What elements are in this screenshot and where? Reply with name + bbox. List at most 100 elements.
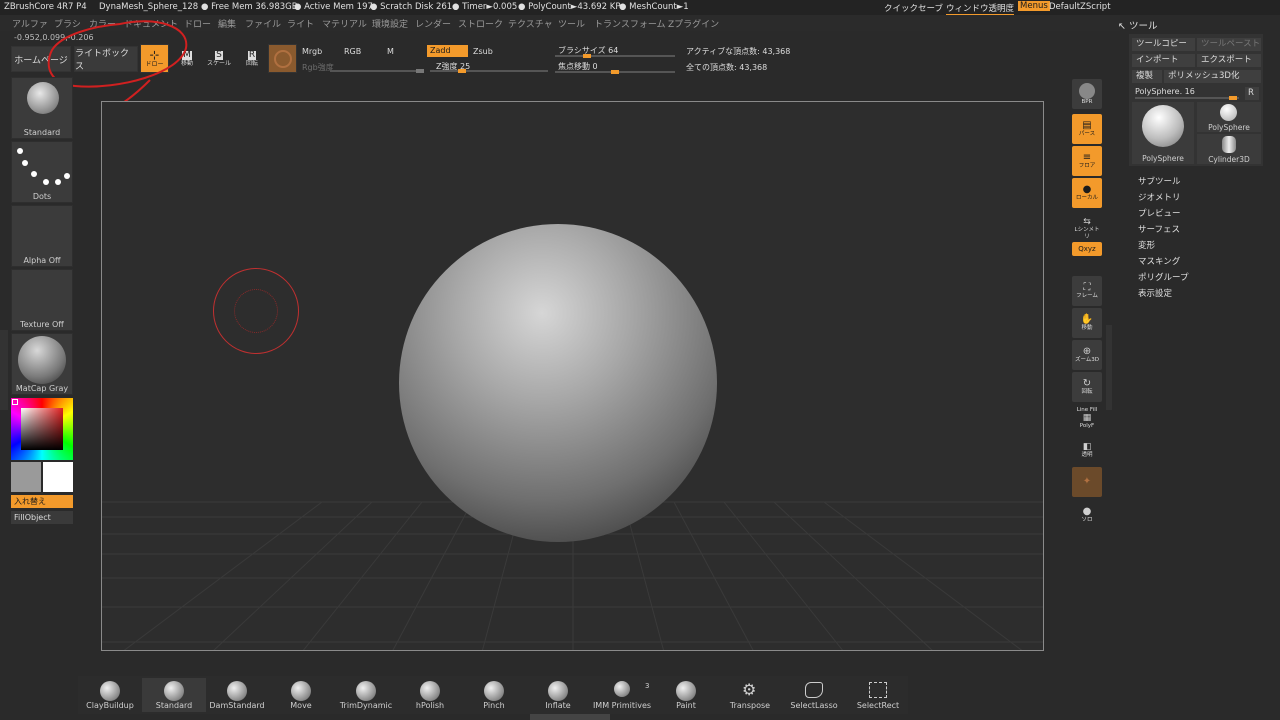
brush-pinch[interactable]: Pinch [462,678,526,712]
brush-inflate[interactable]: Inflate [526,678,590,712]
sphere-mesh[interactable] [399,224,717,542]
color-picker[interactable] [11,398,73,460]
zsub-button[interactable]: Zsub [473,47,493,56]
focal-shift-slider[interactable] [555,70,675,74]
menu-material[interactable]: マテリアル [322,17,367,30]
menu-transform[interactable]: トランスフォーム [594,17,666,30]
surface-menu[interactable]: サーフェス [1138,223,1180,235]
brush-hpolish[interactable]: hPolish [398,678,462,712]
z-intensity-slider[interactable] [430,69,548,73]
menu-texture[interactable]: テクスチャ [508,17,553,30]
m-button[interactable]: M [387,47,394,56]
damstandard-icon [227,681,247,701]
display-properties-menu[interactable]: 表示設定 [1138,287,1172,299]
scale-mode-button[interactable]: S スケール [206,46,232,72]
export-button[interactable]: エクスポート [1197,54,1261,67]
brush-selectlasso[interactable]: SelectLasso [782,678,846,712]
lasso-icon [805,682,823,698]
brush-imm-primitives[interactable]: 3 IMM Primitives [590,678,654,712]
zoom3d-button[interactable]: ⊕ ズーム3D [1072,340,1102,370]
texture-thumbnail[interactable]: Texture Off [11,269,73,331]
rgb-intensity-slider[interactable] [330,69,424,73]
tool-thumb-cylinder[interactable]: Cylinder3D [1197,134,1261,164]
menu-stroke[interactable]: ストローク [458,17,503,30]
import-button[interactable]: インポート [1132,54,1195,67]
menu-file[interactable]: ファイル [245,17,281,30]
masking-menu[interactable]: マスキング [1138,255,1180,267]
default-script-button[interactable]: DefaultZScript [1049,2,1111,12]
quicksave-button[interactable]: クイックセーブ [884,2,943,14]
rotate-mode-button[interactable]: R 回転 [241,46,263,72]
swap-colors-button[interactable]: 入れ替え [11,495,73,508]
tool-slider[interactable] [1135,96,1239,100]
material-swatch-button[interactable] [268,44,297,73]
brush-paint[interactable]: Paint [654,678,718,712]
perspective-button[interactable]: ▤ パース [1072,114,1102,144]
brush-move[interactable]: Move [269,678,333,712]
main-color-swatch[interactable] [43,462,73,492]
brush-claybuildup[interactable]: ClayBuildup [78,678,142,712]
brush-thumbnail[interactable]: Standard [11,77,73,139]
hpolish-icon [420,681,440,701]
preview-menu[interactable]: プレビュー [1138,207,1181,219]
rotate-view-button[interactable]: ↻ 回転 [1072,372,1102,402]
move-view-button[interactable]: ✋ 移動 [1072,308,1102,338]
fill-object-button[interactable]: FillObject [11,511,73,524]
make-polymesh-button[interactable]: ポリメッシュ3D化 [1164,70,1261,83]
material-thumbnail[interactable]: MatCap Gray [11,333,73,395]
transparency-button[interactable]: ◧ 透明 [1072,436,1102,466]
menu-edit[interactable]: 編集 [218,17,236,30]
slider-knob[interactable] [583,54,591,58]
subtool-menu[interactable]: サブツール [1138,175,1181,187]
bottom-tray-handle[interactable] [530,714,610,720]
pin-icon[interactable]: ↖ [1118,21,1129,32]
paste-tool-button[interactable]: ツールペースト [1197,38,1261,51]
menu-preferences[interactable]: 環境設定 [372,17,408,30]
bpr-render-button[interactable]: BPR [1072,79,1102,109]
copy-tool-button[interactable]: ツールコピー [1132,38,1195,51]
left-tray-handle[interactable] [0,330,8,410]
polyframe-button[interactable]: Line Fill ▦ PolyF [1072,403,1102,433]
brush-selectrect[interactable]: SelectRect [846,678,910,712]
brush-damstandard[interactable]: DamStandard [205,678,269,712]
document-canvas[interactable] [101,101,1044,651]
active-mem: ● Active Mem 197 [294,2,373,12]
brush-transpose[interactable]: ⚙ Transpose [718,678,782,712]
geometry-menu[interactable]: ジオメトリ [1138,191,1181,203]
menu-tool[interactable]: ツール [558,17,585,30]
brush-size-slider[interactable] [555,54,675,58]
mrgb-button[interactable]: Mrgb [302,47,322,56]
deformation-menu[interactable]: 変形 [1138,239,1155,251]
window-transparency-button[interactable]: ウィンドウ透明度 [946,2,1015,16]
menu-zplugin[interactable]: Zプラグイン [668,17,719,30]
slider-knob[interactable] [457,69,466,73]
polysphere-small-icon [1220,104,1237,121]
frame-button[interactable]: ⛶ フレーム [1072,276,1102,306]
ghost-button[interactable]: ✦ [1072,467,1102,497]
tool-thumb-large[interactable]: PolySphere [1132,102,1194,164]
lsym-button[interactable]: ⇆ Lシンメトリ [1072,214,1102,244]
r-button[interactable]: R [1245,87,1259,100]
zadd-button[interactable]: Zadd [427,45,468,57]
polygroups-menu[interactable]: ポリグループ [1138,271,1189,283]
xyz-button[interactable]: Qxyz [1072,242,1102,256]
slider-knob[interactable] [611,70,619,74]
menu-light[interactable]: ライト [287,17,314,30]
tool-thumb-polysphere[interactable]: PolySphere [1197,102,1261,132]
menus-button[interactable]: Menus [1018,1,1050,11]
menu-render[interactable]: レンダー [415,17,451,30]
polyframe-icon: ▦ [1082,412,1092,423]
rgb-button[interactable]: RGB [344,47,361,56]
solo-button[interactable]: ● ソロ [1072,500,1102,530]
brush-trimdynamic[interactable]: TrimDynamic [334,678,398,712]
brush-standard[interactable]: Standard [142,678,206,712]
floor-button[interactable]: ≡ フロア [1072,146,1102,176]
local-button[interactable]: ● ローカル [1072,178,1102,208]
alpha-thumbnail[interactable]: Alpha Off [11,205,73,267]
color-picker-saturation-box[interactable] [21,408,63,450]
meshcount: ● MeshCount►1 [619,2,689,12]
stroke-thumbnail[interactable]: Dots [11,141,73,203]
clone-button[interactable]: 複製 [1132,70,1162,83]
right-tray-handle[interactable] [1106,325,1112,410]
secondary-color-swatch[interactable] [11,462,41,492]
